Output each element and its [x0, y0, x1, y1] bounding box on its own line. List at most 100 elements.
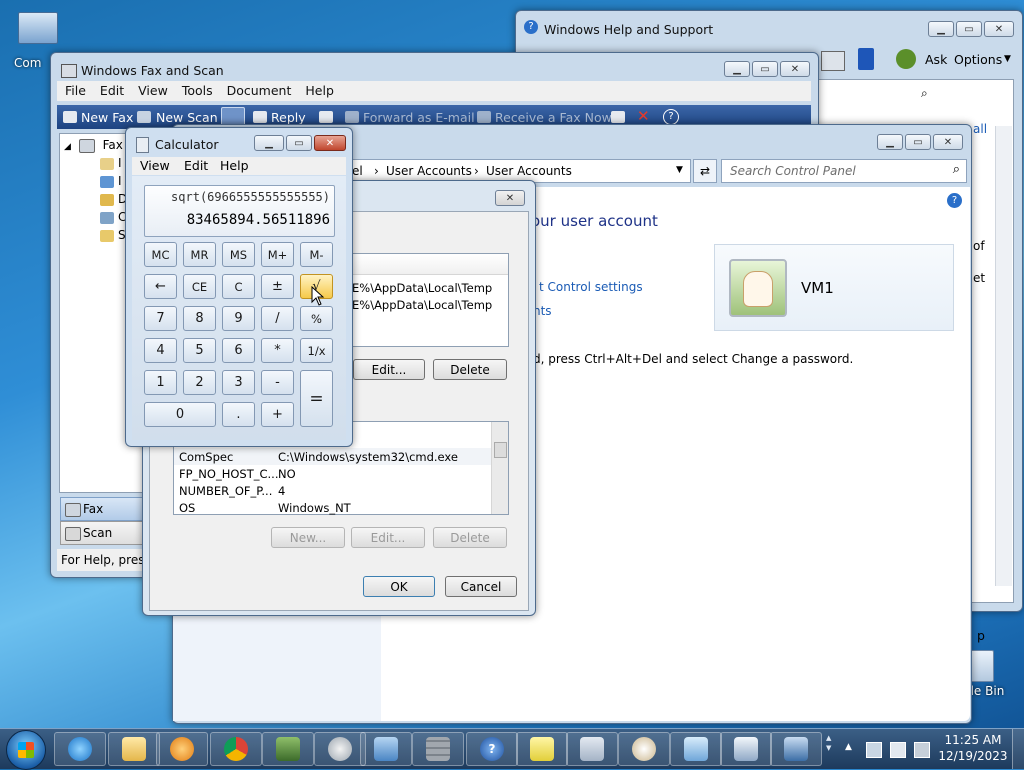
tree-item[interactable]: S [100, 228, 126, 242]
tree-item[interactable]: I [100, 156, 122, 170]
key-2[interactable]: 2 [183, 370, 216, 395]
scroll-thumb[interactable] [494, 442, 507, 458]
user-edit-button[interactable]: Edit... [353, 359, 425, 380]
breadcrumb-part[interactable]: el [352, 164, 363, 178]
menu-tools[interactable]: Tools [182, 83, 213, 98]
system-edit-button[interactable]: Edit... [351, 527, 425, 548]
menu-edit[interactable]: Edit [184, 158, 208, 173]
tree-item[interactable]: D [100, 192, 127, 206]
taskbar-calculator[interactable] [566, 732, 618, 766]
avatar[interactable] [729, 259, 787, 317]
taskbar-app[interactable] [314, 732, 366, 766]
volume-icon[interactable] [914, 742, 930, 758]
print-icon[interactable] [821, 51, 845, 71]
new-scan-button[interactable]: New Scan [156, 110, 218, 125]
key-4[interactable]: 4 [144, 338, 177, 363]
backspace-key[interactable]: ← [144, 274, 177, 299]
clock[interactable]: 11:25 AM 12/19/2023 [938, 733, 1008, 763]
new-fax-button[interactable]: New Fax [81, 110, 133, 125]
chevron-down-icon[interactable]: ▼ [676, 165, 683, 175]
reply-button[interactable]: Reply [271, 110, 306, 125]
receive-fax-button[interactable]: Receive a Fax Now [495, 110, 612, 125]
print-icon[interactable] [319, 111, 333, 123]
side-menu[interactable]: p [977, 628, 985, 643]
key-9[interactable]: 9 [222, 306, 255, 331]
ok-button[interactable]: OK [363, 576, 435, 597]
system-delete-button[interactable]: Delete [433, 527, 507, 548]
maximize-button[interactable]: ▭ [286, 135, 312, 151]
key-1[interactable]: 1 [144, 370, 177, 395]
refresh-icon[interactable]: ⇄ [693, 159, 717, 183]
help-scrollbar[interactable] [995, 126, 1012, 586]
uac-settings-link[interactable]: t Control settings [539, 280, 643, 294]
ms-key[interactable]: MS [222, 242, 255, 267]
taskbar-fax-scan[interactable] [262, 732, 314, 766]
start-button[interactable] [6, 730, 46, 770]
c-key[interactable]: C [222, 274, 255, 299]
tree-root-fax[interactable]: ◢ Fax [64, 138, 123, 153]
key-5[interactable]: 5 [183, 338, 216, 363]
multiply-key[interactable]: * [261, 338, 294, 363]
taskbar-chrome[interactable] [210, 732, 262, 766]
key-8[interactable]: 8 [183, 306, 216, 331]
decimal-key[interactable]: . [222, 402, 255, 427]
action-center-icon[interactable] [890, 742, 906, 758]
equals-key[interactable]: = [300, 370, 333, 427]
taskbar-scroll[interactable]: ▲ ▼ [826, 733, 836, 765]
show-hidden-icons[interactable]: ▲ [845, 742, 852, 752]
close-button[interactable]: ✕ [780, 61, 810, 77]
minimize-button[interactable]: ▁ [724, 61, 750, 77]
system-new-button[interactable]: New... [271, 527, 345, 548]
help-icon[interactable]: ? [947, 193, 962, 208]
collapse-icon[interactable]: ◢ [64, 142, 71, 152]
help-icon[interactable]: ? [663, 109, 679, 125]
divide-key[interactable]: / [261, 306, 294, 331]
taskbar-control-panel[interactable] [360, 732, 412, 766]
forward-email-button[interactable]: Forward as E-mail [363, 110, 475, 125]
negate-key[interactable]: ± [261, 274, 294, 299]
menu-help[interactable]: Help [305, 83, 334, 98]
menu-document[interactable]: Document [227, 83, 292, 98]
user-delete-button[interactable]: Delete [433, 359, 507, 380]
close-button[interactable]: ✕ [495, 190, 525, 206]
close-button[interactable]: ✕ [984, 21, 1014, 37]
taskbar-app[interactable] [670, 732, 722, 766]
key-6[interactable]: 6 [222, 338, 255, 363]
menu-view[interactable]: View [140, 158, 170, 173]
maximize-button[interactable]: ▭ [752, 61, 778, 77]
maximize-button[interactable]: ▭ [956, 21, 982, 37]
cancel-button[interactable]: Cancel [445, 576, 517, 597]
key-0[interactable]: 0 [144, 402, 216, 427]
delete-icon[interactable]: ✕ [637, 107, 650, 125]
percent-key[interactable]: % [300, 306, 333, 331]
close-button[interactable]: ✕ [314, 135, 346, 151]
list-item[interactable]: E%\AppData\Local\Temp [352, 281, 492, 295]
taskbar-explorer[interactable] [108, 732, 160, 766]
add-key[interactable]: + [261, 402, 294, 427]
options-button[interactable]: Options [954, 52, 1002, 67]
key-7[interactable]: 7 [144, 306, 177, 331]
breadcrumb-part[interactable]: User Accounts [486, 164, 572, 178]
menu-edit[interactable]: Edit [100, 83, 124, 98]
subtract-key[interactable]: - [261, 370, 294, 395]
ce-key[interactable]: CE [183, 274, 216, 299]
minimize-button[interactable]: ▁ [928, 21, 954, 37]
menu-help[interactable]: Help [220, 158, 249, 173]
m-plus-key[interactable]: M+ [261, 242, 294, 267]
taskbar-app[interactable] [770, 732, 822, 766]
ask-button[interactable]: Ask [925, 52, 947, 67]
mr-key[interactable]: MR [183, 242, 216, 267]
list-item[interactable]: E%\AppData\Local\Temp [352, 298, 492, 312]
menu-view[interactable]: View [138, 83, 168, 98]
breadcrumb-part[interactable]: User Accounts [386, 164, 472, 178]
search-input[interactable]: Search Control Panel ⌕ [721, 159, 967, 183]
maximize-button[interactable]: ▭ [905, 134, 931, 150]
vertical-scrollbar[interactable] [491, 422, 508, 514]
taskbar-sticky-notes[interactable] [516, 732, 568, 766]
taskbar-app[interactable] [412, 732, 464, 766]
help-search-icon[interactable]: ⌕ [921, 86, 939, 100]
taskbar-media-player[interactable] [156, 732, 208, 766]
book-icon[interactable] [858, 48, 874, 70]
mc-key[interactable]: MC [144, 242, 177, 267]
network-icon[interactable] [866, 742, 882, 758]
